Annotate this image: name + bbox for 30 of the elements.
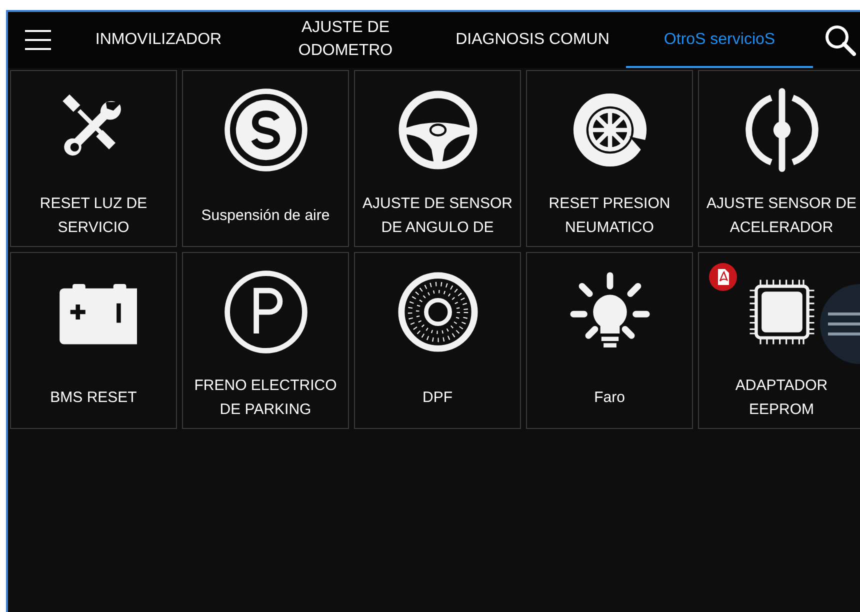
tile-label: RESET LUZ DE SERVICIO <box>38 194 148 238</box>
tile-label: Suspensión de aire <box>200 206 331 226</box>
menu-icon[interactable] <box>25 29 51 51</box>
tile-label: RESET PRESION NEUMATICO <box>548 194 672 238</box>
menu-handle-icon[interactable] <box>820 284 860 364</box>
tile-label: Faro <box>593 388 626 408</box>
function-tile[interactable]: BMS RESET <box>10 252 177 429</box>
function-tile[interactable]: AJUSTE DE SENSOR DE ANGULO DE <box>354 70 521 247</box>
function-tile[interactable]: RESET PRESION NEUMATICO <box>526 70 693 247</box>
function-tile[interactable]: RESET LUZ DE SERVICIO <box>10 70 177 247</box>
tab[interactable]: OtroS servicioS <box>626 12 813 68</box>
tile-label: BMS RESET <box>49 388 138 408</box>
tile-label: AJUSTE SENSOR DE ACELERADOR <box>705 194 858 238</box>
function-tile[interactable]: Faro <box>526 252 693 429</box>
function-tile[interactable]: AJUSTE SENSOR DE ACELERADOR <box>698 70 860 247</box>
s-circle-icon <box>222 87 308 173</box>
parking-icon <box>222 269 308 355</box>
function-tile[interactable]: DPF <box>354 252 521 429</box>
tab[interactable]: AJUSTE DE ODOMETRO <box>252 12 439 68</box>
search-icon[interactable] <box>824 24 856 56</box>
pdf-badge-icon[interactable] <box>709 263 737 291</box>
tab[interactable]: INMOVILIZADOR <box>65 12 252 68</box>
function-tile[interactable]: FRENO ELECTRICO DE PARKING <box>182 252 349 429</box>
function-tile[interactable]: ADAPTADOR EEPROM <box>698 252 860 429</box>
function-tile[interactable]: Suspensión de aire <box>182 70 349 247</box>
tile-label: ADAPTADOR EEPROM <box>734 376 829 420</box>
tile-label: AJUSTE DE SENSOR DE ANGULO DE <box>361 194 514 238</box>
tile-label: DPF <box>422 388 454 408</box>
tab[interactable]: DIAGNOSIS COMUN <box>439 12 626 68</box>
tile-label: FRENO ELECTRICO DE PARKING <box>193 376 338 420</box>
